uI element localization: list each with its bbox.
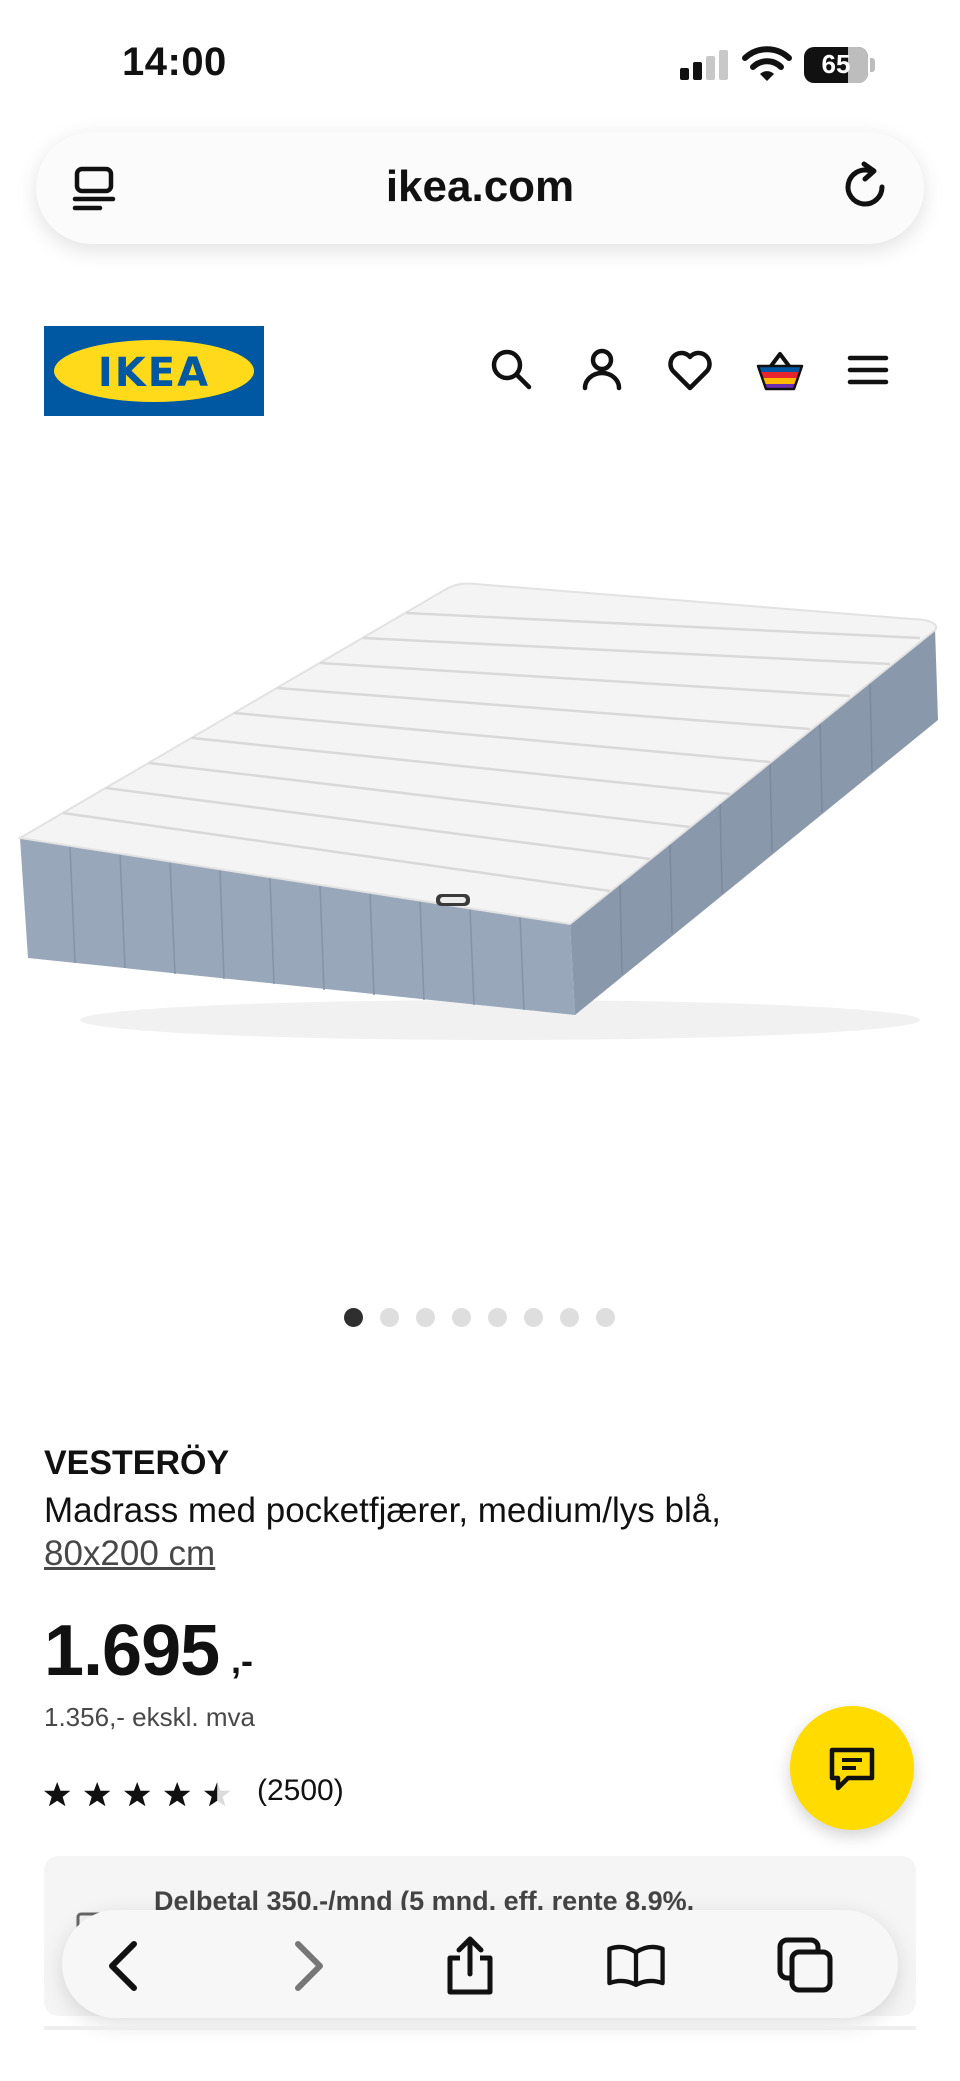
status-bar: 14:00 65 [0,0,960,130]
share-icon[interactable] [440,1936,500,1996]
url-text[interactable]: ikea.com [36,162,924,212]
chat-button[interactable] [790,1706,914,1830]
product-description: Madrass med pocketfjærer, medium/lys blå… [44,1491,721,1530]
tabs-icon[interactable] [776,1936,836,1996]
ikea-logo[interactable]: IKEA [44,326,264,416]
product-name: VESTERÖY [44,1444,230,1482]
cellular-signal-icon [680,48,730,80]
battery-icon: 65 [804,47,876,83]
carousel-dot[interactable] [488,1308,507,1327]
price-suffix: ,- [231,1640,253,1681]
bookmarks-icon[interactable] [606,1936,666,1996]
rating-count[interactable]: (2500) [257,1774,344,1808]
back-icon[interactable] [96,1936,156,1996]
browser-toolbar [62,1910,898,2018]
home-indicator [44,2026,916,2030]
status-time: 14:00 [122,40,227,84]
price-excluding-vat: 1.356,- ekskl. mva [44,1702,255,1732]
menu-icon[interactable] [842,344,894,396]
basket-icon[interactable] [754,344,806,396]
battery-level: 65 [821,49,851,79]
carousel-dot[interactable] [380,1308,399,1327]
product-image[interactable] [0,560,960,1160]
rating-stars[interactable] [44,1774,244,1814]
carousel-dot[interactable] [524,1308,543,1327]
product-price: 1.695 [44,1611,220,1691]
carousel-dot[interactable] [416,1308,435,1327]
account-icon[interactable] [576,344,628,396]
carousel-dot[interactable] [596,1308,615,1327]
logo-text: IKEA [97,350,211,396]
carousel-dot[interactable] [344,1308,363,1327]
size-link[interactable]: 80x200 cm [44,1534,215,1574]
chat-bubble-icon [829,1747,875,1791]
forward-icon[interactable] [276,1936,336,1996]
address-bar[interactable]: ikea.com [36,132,924,244]
wifi-icon [742,46,792,81]
carousel-dot[interactable] [452,1308,471,1327]
carousel-dot[interactable] [560,1308,579,1327]
search-icon[interactable] [486,344,538,396]
reload-icon[interactable] [838,160,892,214]
heart-icon[interactable] [664,344,716,396]
